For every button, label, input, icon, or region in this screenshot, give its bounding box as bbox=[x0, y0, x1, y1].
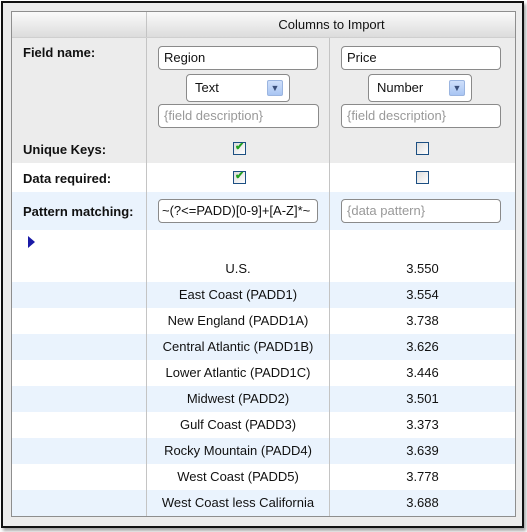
region-cell: U.S. bbox=[146, 256, 329, 282]
field-name-input-price[interactable]: Price bbox=[341, 46, 501, 70]
price-cell: 3.501 bbox=[329, 386, 515, 412]
data-required-checkbox-price[interactable] bbox=[416, 171, 429, 184]
pattern-matching-label: Pattern matching: bbox=[23, 204, 134, 219]
play-triangle-icon[interactable] bbox=[28, 236, 35, 248]
unique-key-checkbox-region[interactable]: ✔ bbox=[233, 141, 246, 155]
table-header: Columns to Import bbox=[12, 12, 515, 38]
table-row: Central Atlantic (PADD1B) 3.626 bbox=[12, 334, 515, 360]
field-description-input-region[interactable]: {field description} bbox=[158, 104, 319, 128]
row-label-cell bbox=[12, 256, 146, 282]
row-label-cell bbox=[12, 334, 146, 360]
row-label-cell bbox=[12, 386, 146, 412]
chevron-down-icon[interactable]: ▼ bbox=[449, 80, 465, 96]
table-row: Lower Atlantic (PADD1C) 3.446 bbox=[12, 360, 515, 386]
row-label-cell bbox=[12, 490, 146, 516]
columns-import-table: Columns to Import Field name: Region Tex… bbox=[11, 11, 516, 517]
price-cell: 3.778 bbox=[329, 464, 515, 490]
type-select-value: Number bbox=[377, 80, 424, 95]
region-cell: West Coast (PADD5) bbox=[146, 464, 329, 490]
field-description-input-price[interactable]: {field description} bbox=[341, 104, 501, 128]
type-select-value: Text bbox=[195, 80, 219, 95]
field-name-row: Field name: Region Text ▼ {field descrip… bbox=[12, 38, 515, 134]
region-cell: East Coast (PADD1) bbox=[146, 282, 329, 308]
region-cell: Midwest (PADD2) bbox=[146, 386, 329, 412]
region-cell: Central Atlantic (PADD1B) bbox=[146, 334, 329, 360]
field-name-input-region[interactable]: Region bbox=[158, 46, 318, 70]
unique-keys-label: Unique Keys: bbox=[23, 142, 107, 157]
price-cell: 3.626 bbox=[329, 334, 515, 360]
table-row: New England (PADD1A) 3.738 bbox=[12, 308, 515, 334]
table-row: Gulf Coast (PADD3) 3.373 bbox=[12, 412, 515, 438]
price-cell: 3.446 bbox=[329, 360, 515, 386]
data-required-row: Data required: ✔ bbox=[12, 163, 515, 192]
marker-row bbox=[12, 230, 515, 256]
price-cell: 3.688 bbox=[329, 490, 515, 516]
price-cell: 3.550 bbox=[329, 256, 515, 282]
data-required-checkbox-region[interactable]: ✔ bbox=[233, 170, 246, 184]
table-row: U.S. 3.550 bbox=[12, 256, 515, 282]
row-label-cell bbox=[12, 282, 146, 308]
checkmark-icon: ✔ bbox=[235, 170, 245, 182]
type-select-price[interactable]: Number ▼ bbox=[368, 74, 472, 102]
pattern-input-price[interactable]: {data pattern} bbox=[341, 199, 501, 223]
row-label-cell bbox=[12, 412, 146, 438]
table-row: West Coast (PADD5) 3.778 bbox=[12, 464, 515, 490]
region-cell: Gulf Coast (PADD3) bbox=[146, 412, 329, 438]
table-row: Rocky Mountain (PADD4) 3.639 bbox=[12, 438, 515, 464]
region-cell: New England (PADD1A) bbox=[146, 308, 329, 334]
price-cell: 3.639 bbox=[329, 438, 515, 464]
checkmark-icon: ✔ bbox=[235, 141, 245, 153]
unique-keys-row: Unique Keys: ✔ bbox=[12, 134, 515, 163]
chevron-down-icon[interactable]: ▼ bbox=[267, 80, 283, 96]
unique-key-checkbox-price[interactable] bbox=[416, 142, 429, 155]
price-cell: 3.373 bbox=[329, 412, 515, 438]
row-label-cell bbox=[12, 360, 146, 386]
price-cell: 3.554 bbox=[329, 282, 515, 308]
columns-to-import-title: Columns to Import bbox=[146, 12, 516, 37]
row-label-cell bbox=[12, 464, 146, 490]
data-required-label: Data required: bbox=[23, 171, 112, 186]
row-label-cell bbox=[12, 308, 146, 334]
pattern-matching-row: Pattern matching: ~(?<=PADD)[0-9]+[A-Z]*… bbox=[12, 192, 515, 230]
table-row: West Coast less California 3.688 bbox=[12, 490, 515, 516]
import-dialog: Columns to Import Field name: Region Tex… bbox=[1, 1, 524, 528]
row-label-cell bbox=[12, 438, 146, 464]
region-cell: Rocky Mountain (PADD4) bbox=[146, 438, 329, 464]
type-select-region[interactable]: Text ▼ bbox=[186, 74, 290, 102]
price-cell: 3.738 bbox=[329, 308, 515, 334]
table-row: Midwest (PADD2) 3.501 bbox=[12, 386, 515, 412]
pattern-input-region[interactable]: ~(?<=PADD)[0-9]+[A-Z]*~ bbox=[158, 199, 318, 223]
table-row: East Coast (PADD1) 3.554 bbox=[12, 282, 515, 308]
field-name-label: Field name: bbox=[23, 45, 96, 60]
region-cell: Lower Atlantic (PADD1C) bbox=[146, 360, 329, 386]
region-cell: West Coast less California bbox=[146, 490, 329, 516]
